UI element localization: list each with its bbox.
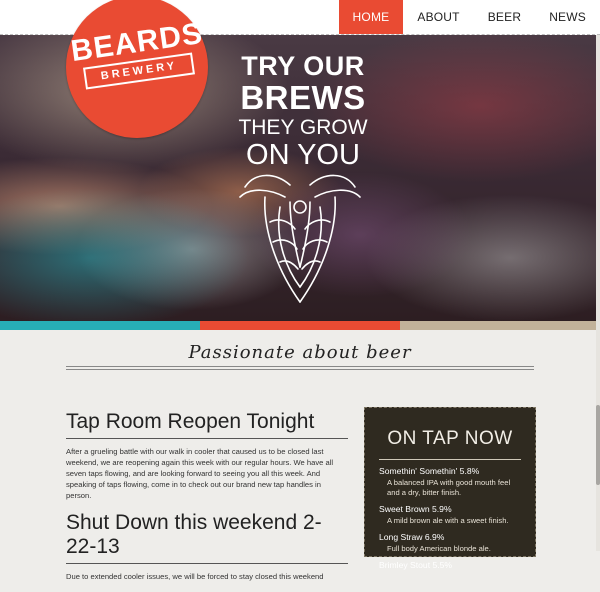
beer-item[interactable]: Brimley Stout 5.5%	[365, 560, 535, 570]
brewery-logo[interactable]: BEARDS BREWERY	[66, 0, 208, 138]
nav-beer[interactable]: BEER	[474, 0, 535, 34]
beer-name: Sweet Brown 5.9%	[379, 504, 452, 514]
beer-item[interactable]: Somethin' Somethin' 5.8% A balanced IPA …	[365, 466, 535, 498]
beer-description: A mild brown ale with a sweet finish.	[387, 516, 509, 525]
nav-about[interactable]: ABOUT	[403, 0, 473, 34]
tagline-line-3: THEY GROW	[238, 116, 368, 139]
on-tap-divider	[379, 459, 521, 460]
section-heading: Passionate about beer	[188, 342, 412, 363]
beer-name: Brimley Stout 5.5%	[379, 560, 453, 570]
article-body: After a grueling battle with our walk in…	[66, 447, 334, 500]
on-tap-title: ON TAP NOW	[387, 428, 513, 449]
beer-description: A balanced IPA with good mouth feel and …	[387, 478, 511, 497]
article-body: Due to extended cooler issues, we will b…	[66, 572, 324, 581]
beer-description: Full body American blonde ale.	[387, 544, 491, 553]
hero-tagline: TRY OUR BREWS THEY GROW ON YOU	[228, 51, 378, 171]
news-articles: Tap Room Reopen Tonight After a grueling…	[66, 410, 348, 592]
tagline-line-1: TRY OUR	[241, 51, 365, 81]
color-stripe	[0, 321, 600, 330]
beer-item[interactable]: Sweet Brown 5.9% A mild brown ale with a…	[365, 504, 535, 526]
on-tap-panel: ON TAP NOW Somethin' Somethin' 5.8% A ba…	[364, 407, 536, 570]
article-title[interactable]: Shut Down this weekend 2-22-13	[66, 511, 348, 564]
heading-rule-top	[66, 366, 534, 367]
stripe-tan	[400, 321, 600, 330]
heading-rule-bottom	[66, 369, 534, 370]
tagline-line-2: BREWS	[240, 79, 366, 116]
tagline-line-4: ON YOU	[246, 139, 360, 171]
nav-news[interactable]: NEWS	[535, 0, 600, 34]
article-title[interactable]: Tap Room Reopen Tonight	[66, 410, 348, 439]
stripe-red	[200, 321, 400, 330]
beer-name: Somethin' Somethin' 5.8%	[379, 466, 480, 476]
beard-hop-illustration	[239, 174, 361, 303]
beer-name: Long Straw 6.9%	[379, 532, 445, 542]
scrollbar-thumb[interactable]	[596, 405, 600, 485]
stripe-teal	[0, 321, 200, 330]
main-nav: HOME ABOUT BEER NEWS	[338, 0, 600, 34]
nav-home[interactable]: HOME	[338, 0, 404, 34]
